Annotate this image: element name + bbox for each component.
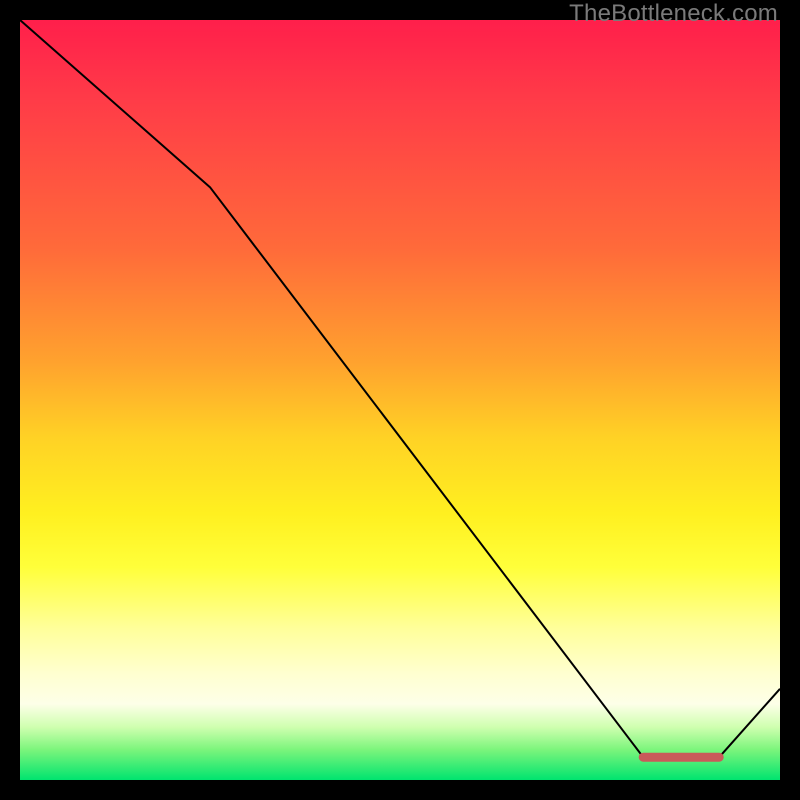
bottleneck-curve xyxy=(20,20,780,757)
chart-overlay xyxy=(20,20,780,780)
watermark-text: TheBottleneck.com xyxy=(569,0,778,28)
chart-frame: TheBottleneck.com xyxy=(0,0,800,800)
